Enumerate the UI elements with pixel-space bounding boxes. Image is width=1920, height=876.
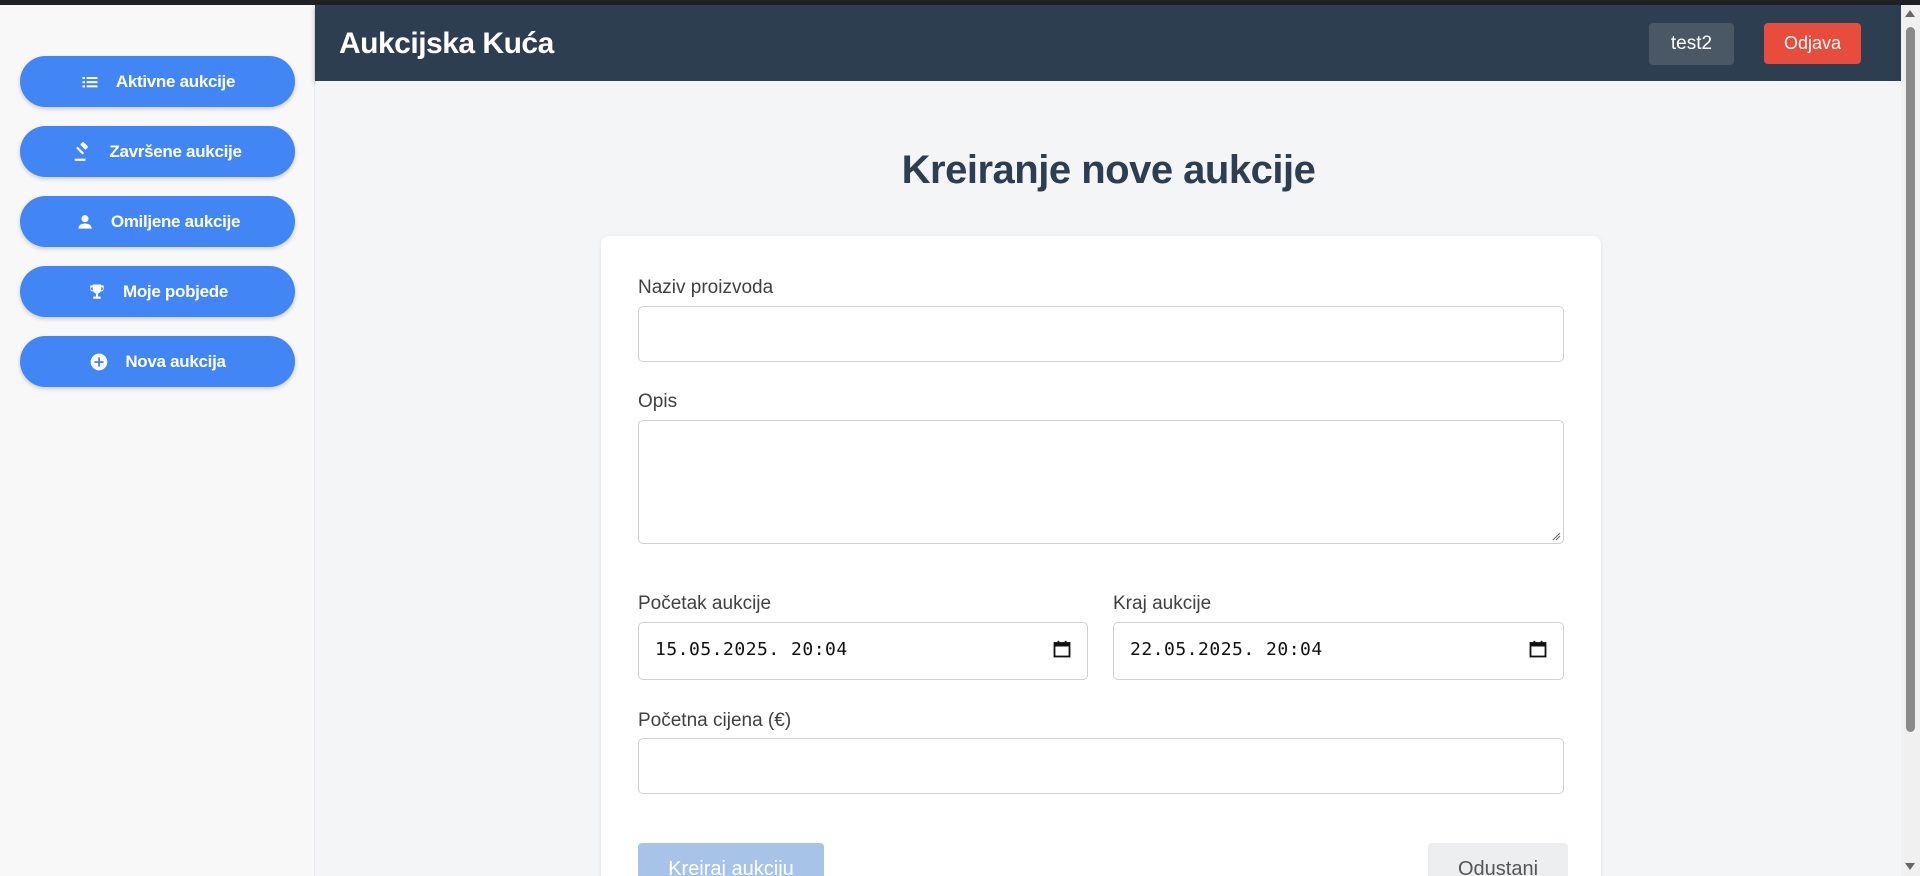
- product-name-label: Naziv proizvoda: [638, 277, 774, 298]
- page-title: Kreiranje nove aukcije: [901, 148, 1316, 192]
- calendar-icon[interactable]: [1529, 640, 1547, 658]
- create-auction-form: Naziv proizvoda Opis Početak aukcije 15.…: [601, 236, 1601, 876]
- calendar-icon[interactable]: [1053, 640, 1071, 658]
- plus-circle-icon: [89, 352, 109, 372]
- trophy-icon: [87, 282, 107, 302]
- scroll-down-icon[interactable]: [1905, 863, 1915, 870]
- top-header: Aukcijska Kuća test2 Odjava: [315, 5, 1901, 81]
- main-content: Kreiranje nove aukcije Naziv proizvoda O…: [316, 81, 1901, 876]
- scroll-up-icon[interactable]: [1905, 10, 1915, 17]
- end-datetime-input[interactable]: 22.05.2025. 20:04: [1113, 622, 1564, 680]
- sidebar-item-my-wins[interactable]: Moje pobjede: [20, 266, 295, 317]
- end-datetime-value: 22.05.2025. 20:04: [1130, 639, 1323, 660]
- cancel-button[interactable]: Odustani: [1428, 843, 1568, 876]
- brand-title[interactable]: Aukcijska Kuća: [339, 27, 554, 61]
- resize-grip-icon[interactable]: [1551, 531, 1561, 541]
- product-name-input[interactable]: [638, 306, 1564, 362]
- sidebar-item-label: Moje pobjede: [122, 281, 229, 301]
- sidebar: Aktivne aukcije Završene aukcije Omiljen…: [0, 5, 315, 876]
- description-label: Opis: [638, 391, 678, 412]
- sidebar-item-finished-auctions[interactable]: Završene aukcije: [20, 126, 295, 177]
- start-datetime-value: 15.05.2025. 20:04: [655, 639, 848, 660]
- sidebar-item-favorite-auctions[interactable]: Omiljene aukcije: [20, 196, 295, 247]
- sidebar-item-active-auctions[interactable]: Aktivne aukcije: [20, 56, 295, 107]
- logout-button[interactable]: Odjava: [1764, 23, 1861, 64]
- description-textarea[interactable]: [638, 420, 1564, 544]
- list-icon: [80, 72, 100, 92]
- user-button[interactable]: test2: [1649, 23, 1734, 65]
- start-datetime-input[interactable]: 15.05.2025. 20:04: [638, 622, 1088, 680]
- create-auction-button[interactable]: Kreiraj aukciju: [638, 843, 824, 876]
- start-price-label: Početna cijena (€): [638, 710, 792, 731]
- start-price-input[interactable]: [638, 738, 1564, 794]
- sidebar-item-label: Završene aukcije: [109, 141, 242, 161]
- gavel-icon: [73, 141, 93, 162]
- sidebar-item-label: Omiljene aukcije: [110, 211, 241, 231]
- sidebar-item-new-auction[interactable]: Nova aukcija: [20, 336, 295, 387]
- vertical-scrollbar[interactable]: [1901, 5, 1920, 876]
- scroll-thumb[interactable]: [1906, 27, 1915, 732]
- end-date-label: Kraj aukcije: [1113, 593, 1212, 614]
- sidebar-item-label: Aktivne aukcije: [115, 71, 236, 91]
- person-icon: [75, 212, 95, 232]
- start-date-label: Početak aukcije: [638, 593, 772, 614]
- sidebar-item-label: Nova aukcija: [125, 351, 226, 371]
